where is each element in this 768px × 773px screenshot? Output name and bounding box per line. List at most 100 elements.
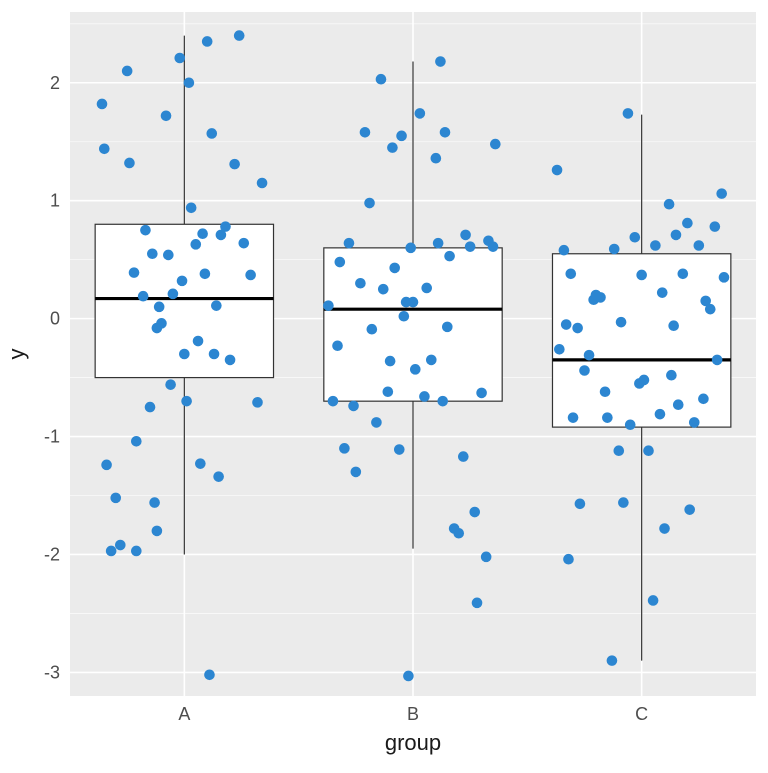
jitter-point	[442, 322, 453, 333]
jitter-point	[568, 412, 579, 423]
jitter-point	[131, 546, 142, 557]
jitter-point	[616, 317, 627, 328]
jitter-point	[609, 244, 620, 255]
jitter-point	[348, 401, 359, 412]
jitter-point	[554, 344, 565, 355]
jitter-point	[387, 142, 398, 153]
jitter-point	[184, 77, 195, 88]
jitter-point	[469, 507, 480, 518]
jitter-point	[97, 99, 108, 110]
jitter-point	[565, 269, 576, 280]
jitter-point	[168, 289, 179, 300]
jitter-point	[408, 297, 419, 308]
jitter-point	[147, 248, 158, 259]
jitter-point	[161, 110, 172, 121]
boxplot-jitter-chart: -3-2-1012ABCgroupy	[0, 0, 768, 768]
jitter-point	[186, 202, 197, 213]
jitter-point	[163, 250, 174, 261]
jitter-point	[181, 396, 192, 407]
jitter-point	[122, 66, 133, 77]
jitter-point	[623, 108, 634, 119]
jitter-point	[234, 30, 245, 41]
jitter-point	[433, 238, 444, 249]
jitter-point	[689, 417, 700, 428]
jitter-point	[698, 394, 709, 405]
jitter-point	[712, 355, 723, 366]
jitter-point	[488, 241, 499, 252]
jitter-point	[106, 546, 117, 557]
jitter-point	[410, 364, 421, 375]
jitter-point	[378, 284, 389, 295]
box-B	[324, 248, 502, 401]
jitter-point	[682, 218, 693, 229]
jitter-point	[367, 324, 378, 335]
jitter-point	[563, 554, 574, 565]
jitter-point	[225, 355, 236, 366]
jitter-point	[607, 655, 618, 666]
jitter-point	[705, 304, 716, 315]
jitter-point	[625, 419, 636, 430]
jitter-point	[719, 272, 730, 283]
jitter-point	[415, 108, 426, 119]
jitter-point	[383, 386, 394, 397]
jitter-point	[595, 292, 606, 303]
jitter-point	[561, 319, 572, 330]
jitter-point	[179, 349, 190, 360]
jitter-point	[396, 131, 407, 142]
jitter-point	[639, 375, 650, 386]
jitter-point	[650, 240, 661, 251]
jitter-point	[476, 388, 487, 399]
jitter-point	[220, 221, 231, 232]
jitter-point	[444, 251, 455, 262]
jitter-point	[579, 365, 590, 376]
jitter-point	[197, 228, 208, 239]
jitter-point	[490, 139, 501, 150]
jitter-point	[710, 221, 721, 232]
jitter-point	[678, 269, 689, 280]
jitter-point	[129, 267, 140, 278]
jitter-point	[351, 467, 362, 478]
jitter-point	[328, 396, 339, 407]
jitter-point	[481, 552, 492, 563]
jitter-point	[149, 497, 160, 508]
jitter-point	[332, 340, 343, 351]
jitter-point	[426, 355, 437, 366]
jitter-point	[360, 127, 371, 138]
jitter-point	[671, 230, 682, 241]
jitter-point	[252, 397, 263, 408]
jitter-point	[655, 409, 666, 420]
jitter-point	[559, 245, 570, 256]
jitter-point	[600, 386, 611, 397]
jitter-point	[458, 451, 469, 462]
jitter-point	[364, 198, 375, 209]
jitter-point	[115, 540, 126, 551]
jitter-point	[405, 243, 416, 254]
jitter-point	[204, 669, 215, 680]
jitter-point	[437, 396, 448, 407]
jitter-point	[552, 165, 563, 176]
jitter-point	[131, 436, 142, 447]
jitter-point	[572, 323, 583, 334]
jitter-point	[664, 199, 675, 210]
jitter-point	[355, 278, 366, 289]
jitter-point	[209, 349, 220, 360]
jitter-point	[618, 497, 629, 508]
x-tick-label: A	[178, 704, 190, 724]
jitter-point	[200, 269, 211, 280]
jitter-point	[648, 595, 659, 606]
jitter-point	[465, 241, 476, 252]
jitter-point	[257, 178, 268, 189]
jitter-point	[335, 257, 346, 268]
jitter-point	[440, 127, 451, 138]
jitter-point	[140, 225, 151, 236]
chart-svg: -3-2-1012ABCgroupy	[0, 0, 768, 768]
jitter-point	[323, 300, 334, 311]
jitter-point	[213, 471, 224, 482]
jitter-point	[584, 350, 595, 361]
jitter-point	[344, 238, 355, 249]
jitter-point	[245, 270, 256, 281]
jitter-point	[389, 263, 400, 274]
jitter-point	[431, 153, 442, 164]
jitter-point	[177, 276, 188, 287]
jitter-point	[174, 53, 185, 64]
